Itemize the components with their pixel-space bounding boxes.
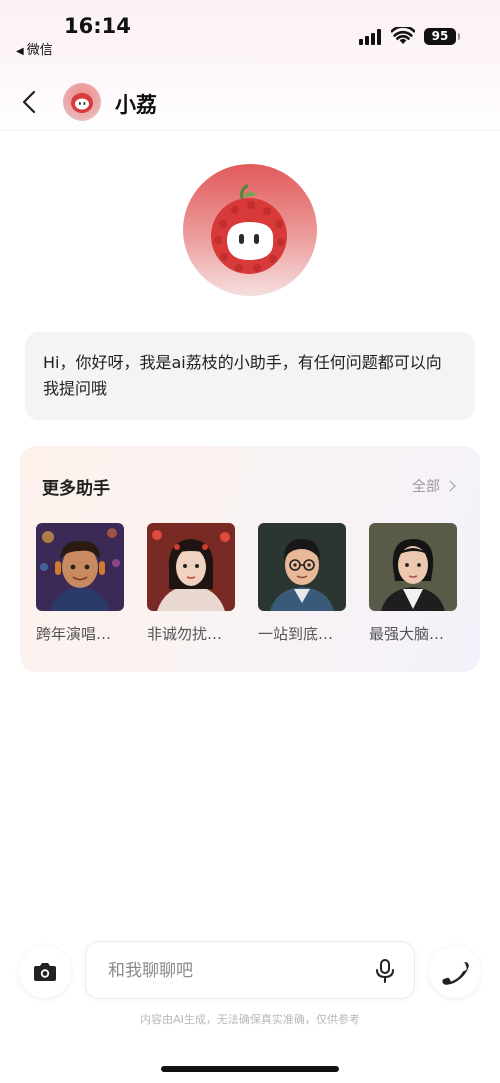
microphone-icon[interactable] xyxy=(373,958,397,984)
assistant-name: 最强大脑… xyxy=(369,625,445,643)
phone-icon xyxy=(442,962,469,985)
nav-header: 小荔 xyxy=(0,75,500,131)
more-assistants-title: 更多助手 xyxy=(42,479,110,499)
view-all-label: 全部 xyxy=(412,479,440,495)
back-app-label: 微信 xyxy=(26,43,53,58)
lychee-mascot-icon xyxy=(211,184,287,274)
assistant-item[interactable]: 非诚勿扰… xyxy=(147,523,237,644)
assistant-item[interactable]: 跨年演唱… xyxy=(36,523,126,644)
wifi-icon xyxy=(391,27,415,44)
assistant-name: 跨年演唱… xyxy=(36,625,112,643)
back-triangle-icon: ◀ xyxy=(16,46,24,57)
back-to-app-link[interactable]: ◀ 微信 xyxy=(16,39,53,58)
assistant-avatar xyxy=(369,523,457,611)
character-portrait-icon xyxy=(36,523,124,611)
assistant-name: 非诚勿扰… xyxy=(147,625,223,643)
view-all-link[interactable]: 全部 xyxy=(412,476,456,496)
cellular-signal-icon xyxy=(359,29,383,45)
chat-input-box[interactable] xyxy=(85,941,415,999)
lychee-mascot-icon xyxy=(71,93,93,113)
chevron-right-icon xyxy=(444,480,456,492)
assistant-item[interactable]: 一站到底… xyxy=(258,523,348,644)
chat-input[interactable] xyxy=(108,954,358,988)
voice-call-button[interactable] xyxy=(429,946,481,998)
ai-disclaimer: 内容由AI生成，无法确保真实准确，仅供参考 xyxy=(140,1013,360,1026)
character-portrait-icon xyxy=(147,523,235,611)
assistant-avatar xyxy=(258,523,346,611)
status-time: 16:14 xyxy=(64,14,131,38)
page-title: 小荔 xyxy=(115,93,157,117)
chevron-left-icon[interactable] xyxy=(14,87,44,117)
assistant-item[interactable]: 最强大脑… xyxy=(369,523,459,644)
home-indicator[interactable] xyxy=(161,1066,339,1072)
assistant-avatar-large xyxy=(183,164,317,296)
assistant-avatar xyxy=(147,523,235,611)
avatar[interactable] xyxy=(63,83,101,121)
greeting-message: Hi，你好呀，我是ai荔枝的小助手，有任何问题都可以向我提问哦 xyxy=(25,332,475,420)
assistant-name: 一站到底… xyxy=(258,625,334,643)
character-portrait-icon xyxy=(369,523,457,611)
battery-indicator: 95 xyxy=(424,28,460,45)
camera-button[interactable] xyxy=(19,946,71,998)
camera-icon xyxy=(34,963,56,981)
more-assistants-card: 更多助手 全部 跨年演唱… 非诚勿扰… 一站到底… 最强大脑… xyxy=(20,446,480,672)
assistant-avatar xyxy=(36,523,124,611)
status-bar: 16:14 ◀ 微信 95 xyxy=(0,0,500,60)
character-portrait-icon xyxy=(258,523,346,611)
